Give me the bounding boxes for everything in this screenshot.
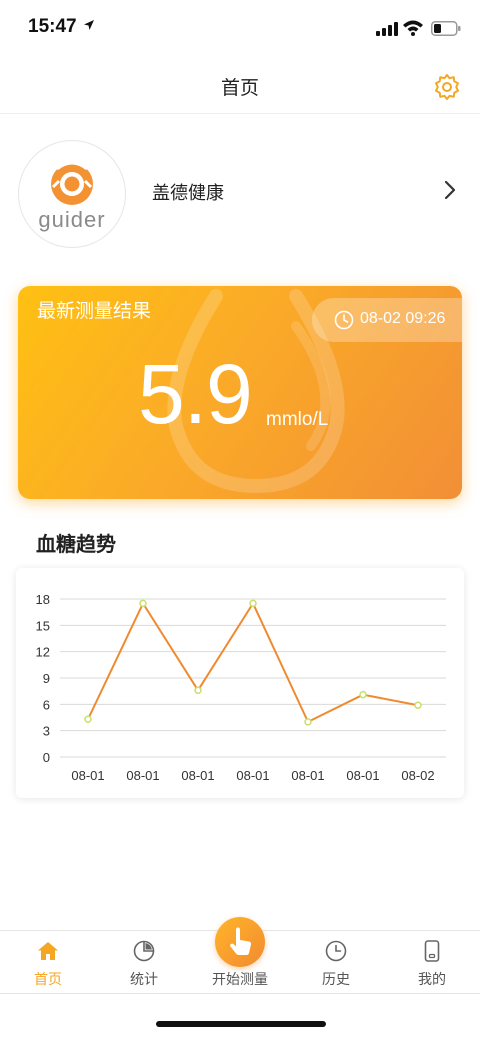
x-tick-label: 08-02 [401, 768, 434, 783]
tab-mine-label: 我的 [418, 972, 446, 988]
y-tick-label: 9 [43, 671, 50, 686]
x-tick-label: 08-01 [291, 768, 324, 783]
y-tick-label: 15 [36, 618, 50, 633]
trend-title: 血糖趋势 [36, 532, 116, 556]
signal-icon [376, 22, 398, 36]
tab-mine[interactable]: 我的 [384, 931, 480, 995]
tab-statistics-label: 统计 [130, 972, 158, 988]
data-point [304, 718, 312, 726]
battery-icon [431, 21, 461, 36]
clock-icon [334, 310, 354, 330]
tab-history[interactable]: 历史 [288, 931, 384, 995]
data-point [194, 686, 202, 695]
phone-icon [424, 940, 440, 962]
y-tick-label: 0 [43, 750, 50, 765]
status-bar: 15:47 [0, 0, 480, 60]
x-tick-label: 08-01 [71, 768, 104, 783]
data-point [249, 599, 257, 608]
profile-name: 盖德健康 [152, 183, 224, 204]
x-tick-label: 08-01 [346, 768, 379, 783]
timestamp-pill: 08-02 09:26 [312, 298, 462, 342]
data-point [84, 715, 92, 724]
y-tick-label: 3 [43, 724, 50, 739]
page-title: 首页 [220, 77, 259, 99]
data-point [139, 599, 147, 608]
nav-bar: 首页 [0, 60, 480, 114]
tap-hand-icon [230, 927, 252, 955]
avatar: guider [18, 140, 126, 248]
chevron-right-icon [444, 180, 456, 200]
trend-chart: 0 3 6 9 12 15 18 08-01 08-01 08-01 08-01 08-01 08-01… [36, 592, 446, 783]
location-arrow-icon [84, 20, 94, 30]
home-indicator [156, 1021, 326, 1027]
tab-start-measure-label[interactable]: 开始测量 [190, 969, 290, 989]
status-time: 15:47 [28, 16, 77, 37]
tab-history-label: 历史 [322, 972, 350, 988]
pie-chart-icon [133, 940, 155, 962]
trend-chart-card: 0 3 6 9 12 15 18 08-01 08-01 08-01 08-01 08-01 08-01… [16, 568, 464, 798]
glucose-unit: mmlo/L [266, 409, 329, 430]
home-icon [38, 942, 58, 960]
start-measure-button[interactable] [215, 917, 265, 967]
data-point [359, 690, 367, 699]
latest-result-card[interactable]: 最新测量结果 08-02 09:26 5.9 mmlo/L [18, 286, 462, 499]
glucose-value: 5.9 [138, 347, 253, 441]
profile-row[interactable]: guider 盖德健康 [0, 130, 480, 254]
y-tick-label: 6 [43, 697, 50, 712]
clock-icon [325, 940, 347, 962]
y-tick-label: 12 [36, 645, 50, 660]
tab-home-label: 首页 [34, 972, 62, 988]
latest-result-label: 最新测量结果 [37, 300, 152, 322]
settings-gear-icon[interactable] [432, 72, 462, 102]
y-tick-label: 18 [36, 592, 50, 607]
x-tick-label: 08-01 [181, 768, 214, 783]
wifi-icon [403, 20, 423, 36]
tab-home[interactable]: 首页 [0, 931, 96, 995]
tab-statistics[interactable]: 统计 [96, 931, 192, 995]
measurement-time: 08-02 09:26 [360, 310, 446, 327]
brand-wordmark: guider [38, 207, 106, 232]
x-tick-label: 08-01 [126, 768, 159, 783]
data-point [414, 701, 422, 709]
x-tick-label: 08-01 [236, 768, 269, 783]
